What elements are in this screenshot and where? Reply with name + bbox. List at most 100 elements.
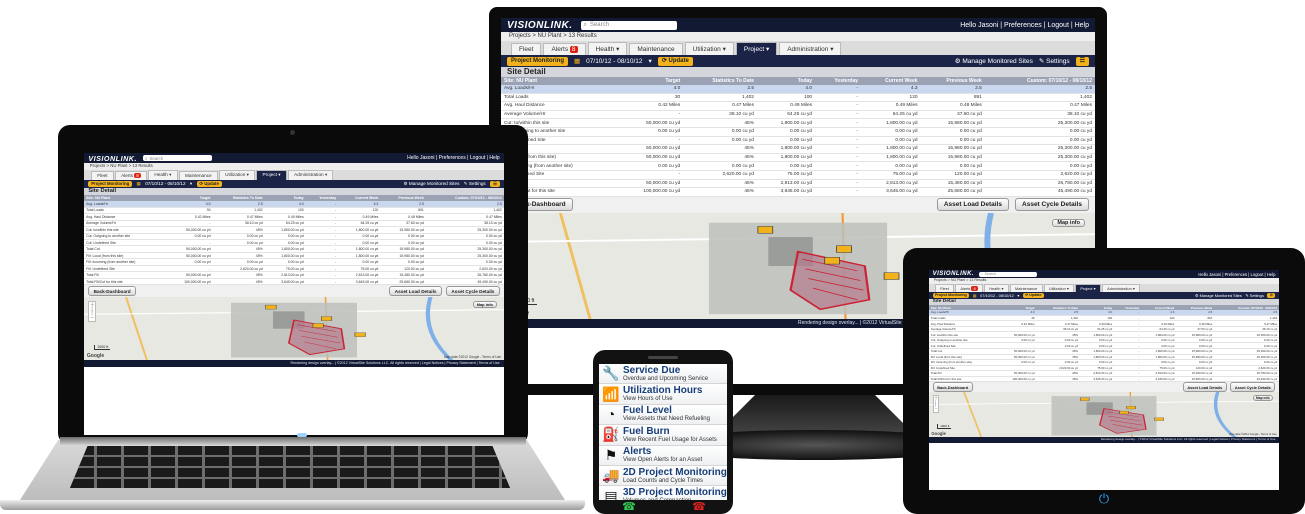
user-links[interactable]: Hello Jasoni | Preferences | Logout | He… bbox=[407, 155, 500, 161]
map-type-select[interactable]: Map info bbox=[1052, 218, 1085, 227]
table-row[interactable]: Average Volume/Hr -38.10 cu yd 64.25 cu yd… bbox=[501, 110, 1095, 120]
map-attribution[interactable]: Map data ©2012 Google - Terms of Use bbox=[444, 355, 501, 359]
project-monitoring-button[interactable]: Project Monitoring bbox=[88, 180, 133, 188]
menu-button[interactable]: ☰ bbox=[1075, 56, 1089, 66]
search-input[interactable]: ⌕ Search bbox=[580, 20, 677, 30]
date-range-select[interactable]: 07/10/12 - 08/10/12 bbox=[980, 293, 1014, 298]
column-header[interactable]: Custom: 07/10/12 - 08/10/12 bbox=[984, 77, 1095, 85]
column-header[interactable]: Target bbox=[616, 77, 684, 85]
table-row[interactable]: Total Fill/Cut for this site 100,000.00 c… bbox=[501, 187, 1095, 197]
menu-button[interactable]: ☰ bbox=[490, 180, 500, 188]
tab-fleet[interactable]: Fleet bbox=[935, 283, 955, 293]
tab-health[interactable]: Health ▾ bbox=[148, 169, 178, 180]
phone-menu-item[interactable]: 📶 Utilization Hours View Hours of Use bbox=[599, 384, 727, 405]
tab-alerts[interactable]: Alerts 8 bbox=[543, 43, 586, 55]
tab-fleet[interactable]: Fleet bbox=[91, 170, 114, 180]
search-input[interactable]: ⌕ Search bbox=[142, 154, 212, 162]
settings-button[interactable]: ✎ Settings bbox=[464, 181, 486, 187]
table-row[interactable]: Total Loads 30 1,402 100-120 891 1,402 bbox=[501, 93, 1095, 103]
tab-project[interactable]: Project ▾ bbox=[256, 169, 287, 180]
phone-menu-item[interactable]: ◔ Fuel Level View Assets that Need Refueli… bbox=[599, 404, 727, 426]
table-row[interactable]: Total Fill/Cut for this site 100,000.00 c… bbox=[929, 376, 1279, 383]
table-row[interactable]: Cut: Outgoing to another site 0.00 cu yd 0… bbox=[501, 127, 1095, 137]
user-links[interactable]: Hello Jasoni | Preferences | Logout | He… bbox=[960, 22, 1089, 29]
end-call-icon[interactable]: ☎ bbox=[689, 500, 709, 513]
asset-load-details-button[interactable]: Asset Load Details bbox=[389, 286, 442, 296]
tab-project[interactable]: Project ▾ bbox=[735, 42, 778, 55]
table-row[interactable]: Total Fill/Cut for this site 100,000.00 c… bbox=[84, 278, 504, 286]
phone-menu-item[interactable]: ⚑ Alerts View Open Alerts for an Asset bbox=[599, 445, 727, 466]
table-row[interactable]: Avg. Haul Distance 0.42 Miles 0.47 Miles 0.… bbox=[501, 101, 1095, 111]
map-canvas[interactable] bbox=[929, 391, 1279, 438]
date-range-select[interactable]: 07/10/12 - 08/10/12 bbox=[586, 58, 642, 65]
column-header[interactable]: Yesterday bbox=[815, 77, 862, 85]
update-button[interactable]: ⟳ Update bbox=[1022, 293, 1044, 299]
table-row[interactable]: Fill: Undefined Site-2,620.00 cu yd75.00… bbox=[501, 170, 1095, 180]
map-zoom-control[interactable]: ＋││－ bbox=[88, 301, 97, 322]
tab-health[interactable]: Health ▾ bbox=[587, 42, 628, 55]
user-links[interactable]: Hello Jasoni | Preferences | Logout | He… bbox=[1198, 272, 1275, 277]
column-header[interactable]: Today bbox=[756, 77, 816, 85]
settings-button[interactable]: ✎ Settings bbox=[1245, 293, 1263, 298]
asset-load-details-button[interactable]: Asset Load Details bbox=[936, 198, 1010, 212]
table-row[interactable]: Total Fill50,000.00 cu yd45%2,813.00 cu … bbox=[501, 179, 1095, 189]
tab-project[interactable]: Project ▾ bbox=[1075, 283, 1101, 293]
tab-alerts[interactable]: Alerts 8 bbox=[115, 170, 147, 180]
tab-utilization[interactable]: Utilization ▾ bbox=[219, 169, 256, 180]
calendar-icon[interactable]: ▦ bbox=[973, 293, 977, 298]
table-row[interactable]: Fill: Incoming (from another site) 0.00 c… bbox=[501, 161, 1095, 171]
asset-cycle-details-button[interactable]: Asset Cycle Details bbox=[446, 286, 500, 296]
manage-sites-button[interactable]: ⚙ Manage Monitored Sites bbox=[1195, 293, 1242, 298]
power-icon[interactable]: ⏻ bbox=[1096, 491, 1112, 507]
phone-menu-item[interactable]: 🔧 Service Due Overdue and Upcoming Service bbox=[599, 364, 727, 385]
column-header[interactable]: Statistics To Date bbox=[683, 77, 757, 85]
update-button[interactable]: ⟳ Update bbox=[196, 180, 222, 188]
table-row[interactable]: Total Cut50,000.00 cu yd45%1,800.00 cu y… bbox=[501, 144, 1095, 154]
tab-maintenance[interactable]: Maintenance bbox=[1009, 283, 1043, 293]
phone-menu-item[interactable]: ⛽ Fuel Burn View Recent Fuel Usage for Ass… bbox=[599, 425, 727, 446]
date-range-select[interactable]: 07/10/12 - 08/10/12 bbox=[145, 181, 185, 186]
asset-load-details-button[interactable]: Asset Load Details bbox=[1182, 382, 1227, 392]
tab-utilization[interactable]: Utilization ▾ bbox=[684, 42, 734, 55]
tab-health[interactable]: Health ▾ bbox=[984, 283, 1009, 293]
map-type-select[interactable]: Map info bbox=[472, 301, 497, 309]
table-row[interactable]: Avg. Loads/Hr 4.0 2.5 4.0-4.3 2.5 2.5 bbox=[501, 85, 1095, 94]
column-header[interactable]: Site: NU Plant bbox=[501, 77, 617, 85]
manage-sites-button[interactable]: ⚙ Manage Monitored Sites bbox=[403, 181, 459, 187]
site-map[interactable]: Map info 1000 ft Google Map data ©2012 G… bbox=[84, 296, 504, 361]
menu-button[interactable]: ☰ bbox=[1267, 293, 1276, 299]
column-header[interactable]: Current Week bbox=[861, 77, 921, 85]
tab-maintenance[interactable]: Maintenance bbox=[178, 170, 218, 180]
map-canvas[interactable] bbox=[84, 296, 504, 361]
settings-button[interactable]: ✎ Settings bbox=[1039, 57, 1070, 65]
asset-cycle-details-button[interactable]: Asset Cycle Details bbox=[1230, 382, 1276, 392]
tab-administration[interactable]: Administration ▾ bbox=[1101, 283, 1140, 293]
phone-menu-item[interactable]: ▤ 3D Project MonitoringVolumes and Compac… bbox=[599, 486, 727, 500]
call-icon[interactable]: ☎ bbox=[619, 500, 639, 513]
project-monitoring-button[interactable]: Project Monitoring bbox=[932, 293, 970, 299]
column-header[interactable]: Previous Week bbox=[920, 77, 985, 85]
update-button[interactable]: ⟳ Update bbox=[657, 56, 693, 66]
breadcrumb[interactable]: Projects > NU Plant > 13 Results bbox=[501, 32, 1095, 41]
site-map[interactable]: Map info 1000 ft Google Map data ©2012 G… bbox=[929, 391, 1279, 438]
manage-sites-button[interactable]: ⚙ Manage Monitored Sites bbox=[955, 57, 1033, 65]
calendar-icon[interactable]: ▦ bbox=[574, 57, 580, 65]
back-dashboard-button[interactable]: Back-Dashboard bbox=[88, 286, 136, 296]
table-row[interactable]: Cut: to/within this site 50,000.00 cu yd 4… bbox=[501, 118, 1095, 128]
tab-administration[interactable]: Administration ▾ bbox=[288, 169, 334, 180]
tab-maintenance[interactable]: Maintenance bbox=[629, 43, 683, 55]
tab-administration[interactable]: Administration ▾ bbox=[779, 42, 842, 55]
map-type-select[interactable]: Map info bbox=[1252, 395, 1273, 402]
asset-cycle-details-button[interactable]: Asset Cycle Details bbox=[1015, 198, 1089, 212]
tab-alerts[interactable]: Alerts 8 bbox=[955, 283, 983, 293]
project-monitoring-button[interactable]: Project Monitoring bbox=[507, 56, 568, 66]
back-dashboard-button[interactable]: Back-Dashboard bbox=[932, 382, 973, 392]
tab-utilization[interactable]: Utilization ▾ bbox=[1043, 283, 1074, 293]
tab-fleet[interactable]: Fleet bbox=[511, 43, 542, 55]
calendar-icon[interactable]: ▦ bbox=[136, 181, 140, 187]
table-row[interactable]: Cut: Undefined Site-0.00 cu yd0.00 cu yd… bbox=[501, 136, 1095, 146]
phone-menu-item[interactable]: 🚚 2D Project Monitoring Load Counts and Cy… bbox=[599, 465, 727, 487]
table-row[interactable]: Fill: Local (from this site) 50,000.00 cu… bbox=[501, 153, 1095, 163]
search-input[interactable]: ⌕ Search bbox=[978, 271, 1037, 277]
map-zoom-control[interactable]: ＋││－ bbox=[932, 395, 940, 414]
